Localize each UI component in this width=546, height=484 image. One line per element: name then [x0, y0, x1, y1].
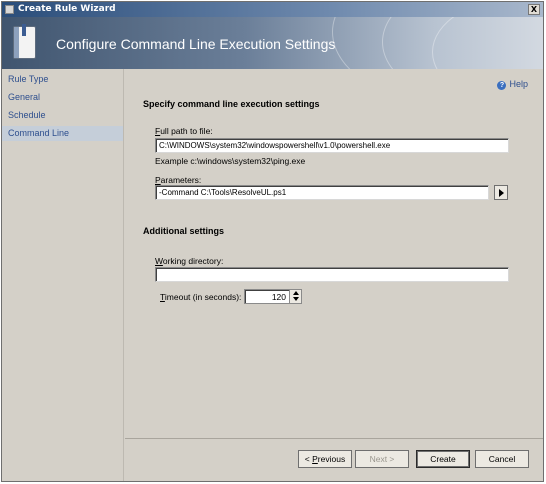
page-title: Configure Command Line Execution Setting… — [56, 36, 336, 52]
sidebar-item-command-line[interactable]: Command Line — [2, 126, 123, 141]
working-directory-input[interactable] — [155, 267, 509, 282]
parameters-insert-button[interactable] — [494, 185, 508, 200]
sidebar-item-schedule[interactable]: Schedule — [2, 108, 123, 123]
path-input[interactable]: C:\WINDOWS\system32\windowspowershell\v1… — [155, 138, 509, 153]
banner-decoration — [432, 17, 543, 69]
help-icon: ? — [497, 81, 507, 90]
spin-down-icon[interactable] — [293, 297, 299, 301]
close-button[interactable]: X — [528, 4, 540, 15]
wizard-book-icon — [13, 24, 36, 59]
wizard-footer: < Previous Next > Create Cancel — [125, 438, 543, 481]
create-rule-wizard-window: Create Rule Wizard X Configure Command L… — [1, 1, 544, 482]
help-label: Help — [509, 79, 528, 89]
previous-button[interactable]: < Previous — [298, 450, 352, 468]
wizard-steps-sidebar: Rule Type General Schedule Command Line — [2, 69, 124, 481]
help-link[interactable]: ? Help — [497, 79, 528, 90]
wizard-content: ? Help Specify command line execution set… — [125, 69, 543, 438]
window-title: Create Rule Wizard — [18, 4, 116, 14]
parameters-label: Parameters: — [155, 175, 202, 185]
path-label: Full path to file: — [155, 126, 213, 136]
additional-section-title: Additional settings — [143, 226, 224, 236]
window-icon — [5, 5, 14, 14]
timeout-value: 120 — [271, 292, 286, 302]
working-directory-label: Working directory: — [155, 256, 224, 266]
next-button[interactable]: Next > — [355, 450, 409, 468]
command-section-title: Specify command line execution settings — [143, 99, 320, 109]
timeout-stepper[interactable]: 120 — [244, 289, 302, 304]
wizard-banner: Configure Command Line Execution Setting… — [2, 17, 543, 69]
timeout-label: Timeout (in seconds): — [160, 292, 242, 302]
path-example: Example c:\windows\system32\ping.exe — [155, 156, 306, 166]
title-bar[interactable]: Create Rule Wizard X — [2, 2, 543, 17]
cancel-button[interactable]: Cancel — [475, 450, 529, 468]
sidebar-item-general[interactable]: General — [2, 90, 123, 105]
create-button[interactable]: Create — [416, 450, 470, 468]
spin-up-icon[interactable] — [293, 291, 299, 295]
sidebar-item-rule-type[interactable]: Rule Type — [2, 72, 123, 87]
parameters-input[interactable]: -Command C:\Tools\ResolveUL.ps1 — [155, 185, 489, 200]
timeout-spin-arrows[interactable] — [289, 290, 301, 303]
